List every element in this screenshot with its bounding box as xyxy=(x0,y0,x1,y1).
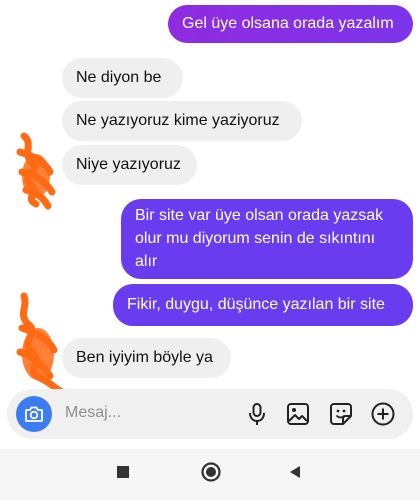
gallery-icon[interactable] xyxy=(285,401,311,427)
system-navigation-bar xyxy=(0,449,420,500)
message-text: Gel üye olsana orada yazalım xyxy=(182,15,394,32)
scribbled-avatar xyxy=(16,132,56,210)
message-bubble-incoming[interactable]: Ne yazıyoruz kime yaziyoruz xyxy=(62,101,302,141)
message-text: Ne yazıyoruz kime yaziyoruz xyxy=(76,112,280,129)
message-text: Niye yazıyoruz xyxy=(76,156,181,173)
message-bubble-outgoing[interactable]: Fikir, duygu, düşünce yazılan bir site xyxy=(113,284,413,326)
home-circle-icon[interactable] xyxy=(200,461,222,483)
message-input[interactable]: Mesaj... xyxy=(65,404,121,422)
message-text: Ben iyiyim böyle ya xyxy=(76,349,213,366)
message-composer: Mesaj... xyxy=(7,389,413,439)
message-text: Ne diyon be xyxy=(76,69,162,86)
sticker-icon[interactable] xyxy=(328,401,354,427)
message-text: Fikir, duygu, düşünce yazılan bir site xyxy=(127,296,385,313)
message-text: Bir site var üye olsan orada yazsak olur… xyxy=(135,207,384,270)
message-bubble-incoming[interactable]: Niye yazıyoruz xyxy=(62,145,197,185)
scribbled-avatar xyxy=(16,292,66,396)
message-bubble-incoming[interactable]: Ne diyon be xyxy=(62,58,183,98)
camera-button[interactable] xyxy=(16,396,52,432)
plus-icon[interactable] xyxy=(370,401,396,427)
camera-icon xyxy=(25,406,43,422)
microphone-icon[interactable] xyxy=(244,401,270,427)
back-triangle-icon[interactable] xyxy=(286,463,304,481)
recents-square-icon[interactable] xyxy=(114,463,132,481)
message-bubble-incoming[interactable]: Ben iyiyim böyle ya xyxy=(62,338,231,378)
message-bubble-outgoing[interactable]: Gel üye olsana orada yazalım xyxy=(168,5,413,43)
message-bubble-outgoing[interactable]: Bir site var üye olsan orada yazsak olur… xyxy=(121,199,413,279)
